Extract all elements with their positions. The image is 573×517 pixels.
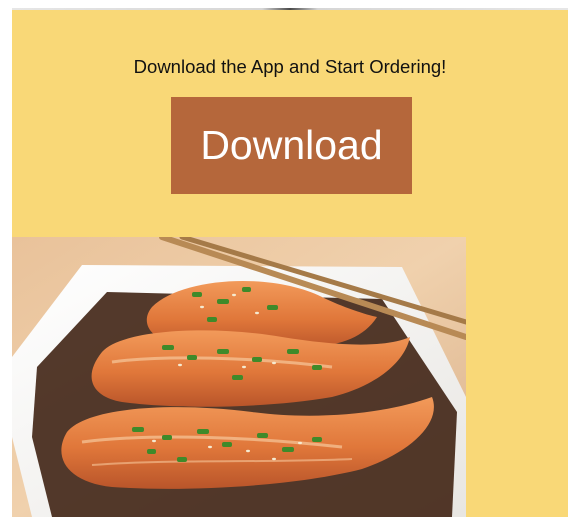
promo-headline: Download the App and Start Ordering!: [133, 56, 447, 77]
download-button[interactable]: Download: [171, 97, 412, 194]
salmon-dish-photo: [12, 237, 466, 517]
